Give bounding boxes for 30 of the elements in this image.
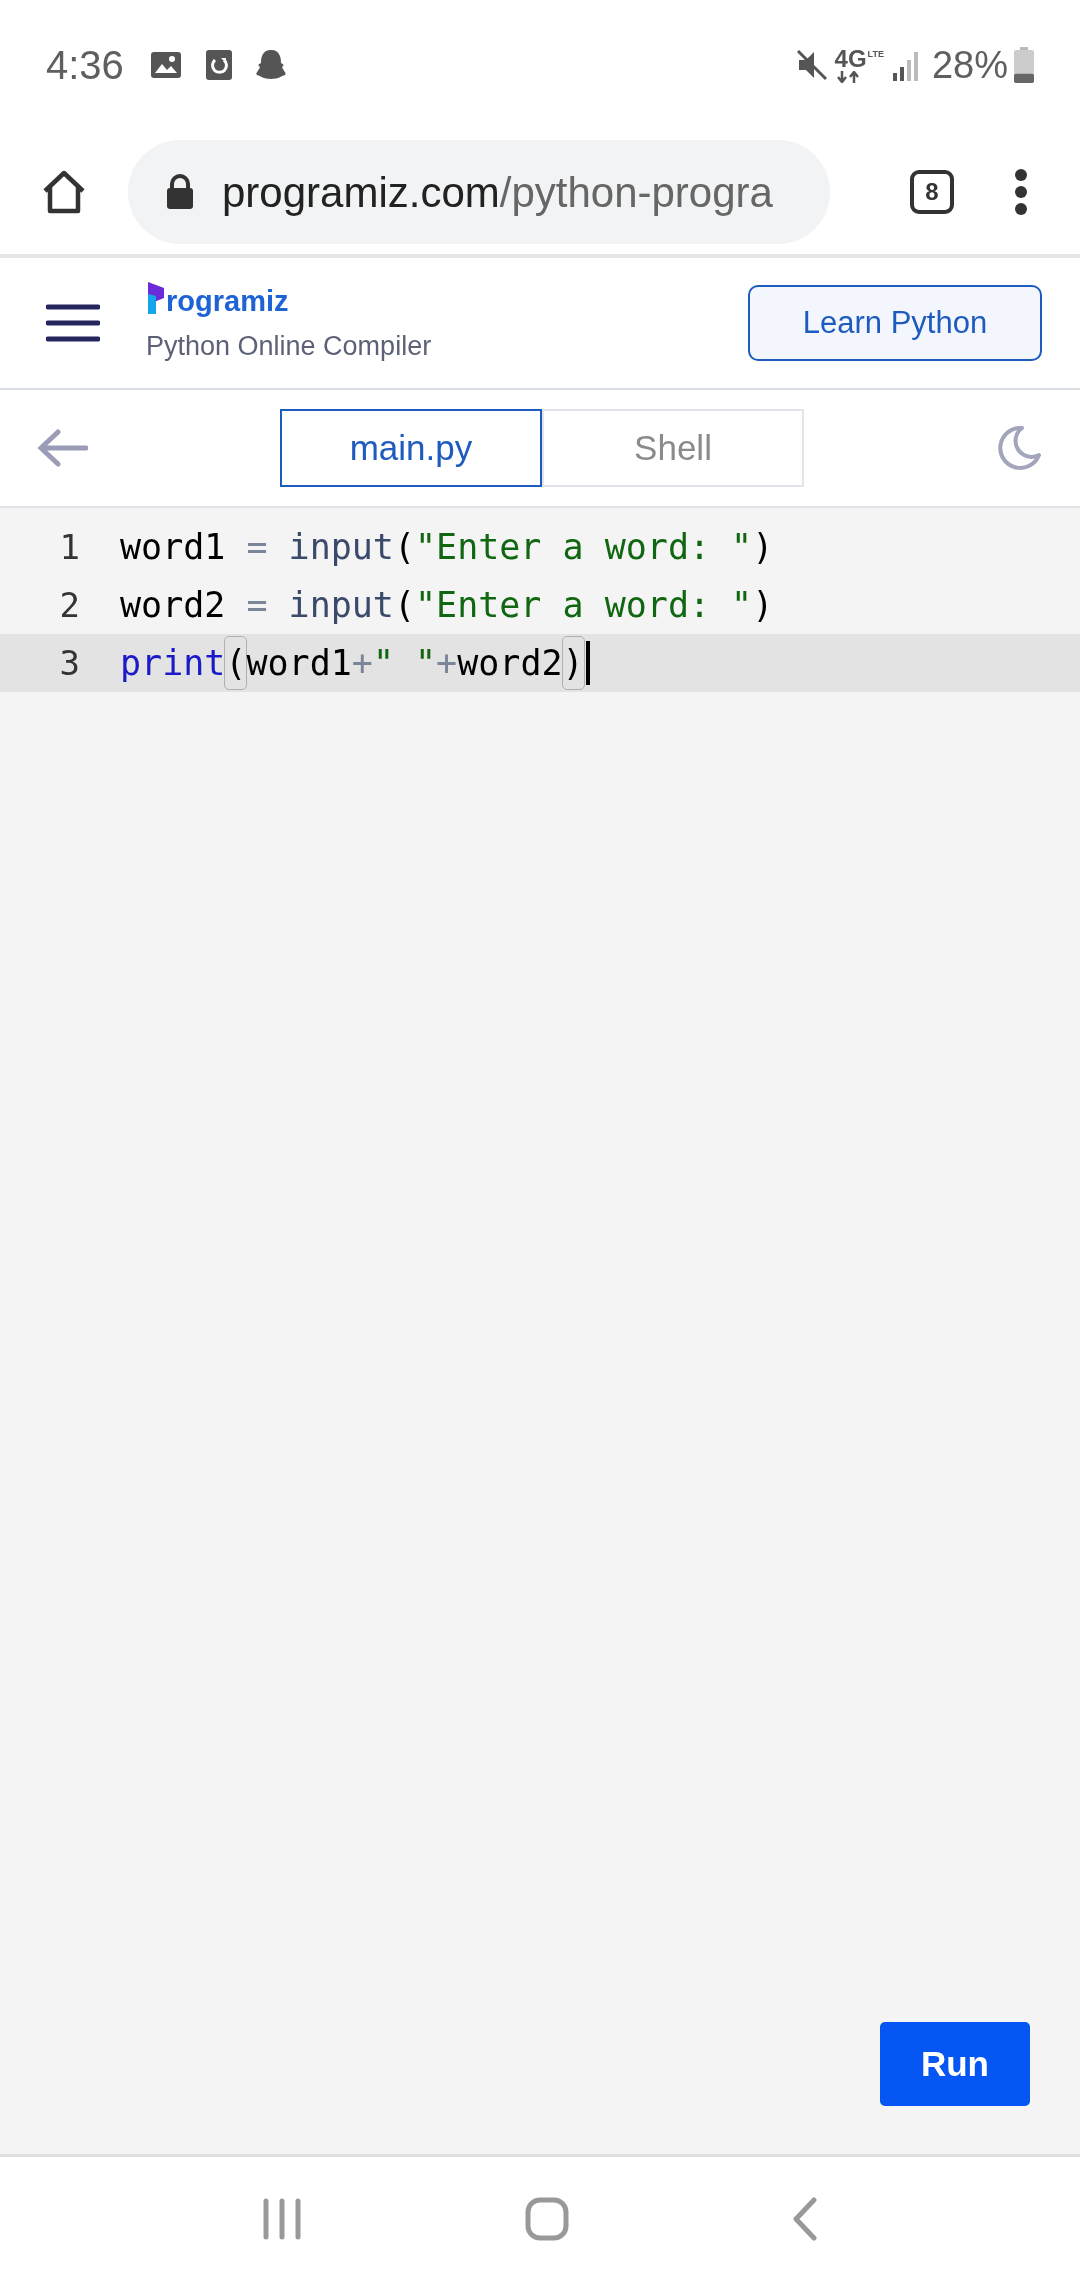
tab-count-button[interactable]: 8 (910, 170, 954, 214)
battery-percent: 28% (931, 42, 1008, 88)
mute-icon (794, 48, 829, 82)
status-time: 4:36 (46, 42, 124, 89)
network-type: 4G (834, 47, 867, 71)
logo-icon (146, 279, 166, 316)
menu-icon[interactable] (46, 303, 100, 343)
back-arrow-icon[interactable] (36, 428, 88, 468)
file-tab[interactable]: Shell (542, 409, 804, 487)
recent-apps-icon[interactable] (261, 2197, 302, 2240)
ghost-icon (253, 48, 288, 82)
back-nav-icon[interactable] (792, 2196, 819, 2241)
more-options-icon[interactable] (1014, 168, 1028, 216)
learn-python-button[interactable]: Learn Python (748, 285, 1042, 361)
run-button[interactable]: Run (880, 2022, 1030, 2106)
code-line: 1 word1 = input("Enter a word: ") (0, 518, 1080, 576)
file-tab[interactable]: main.py (280, 409, 542, 487)
text-cursor (585, 641, 590, 685)
logo-text[interactable]: rogramiz (166, 286, 289, 316)
lock-icon (166, 174, 194, 210)
refresh-app-icon (205, 50, 232, 80)
code-line: 2 word2 = input("Enter a word: ") (0, 576, 1080, 634)
image-icon (149, 51, 182, 79)
home-nav-icon[interactable] (525, 2196, 569, 2241)
line-number: 3 (58, 641, 81, 685)
url-text: programiz.com/python-progra (222, 167, 773, 218)
moon-icon[interactable] (996, 425, 1042, 471)
network-subtype: LTE (867, 50, 884, 59)
page-subtitle: Python Online Compiler (146, 329, 432, 363)
address-bar[interactable]: programiz.com/python-progra (128, 140, 830, 244)
